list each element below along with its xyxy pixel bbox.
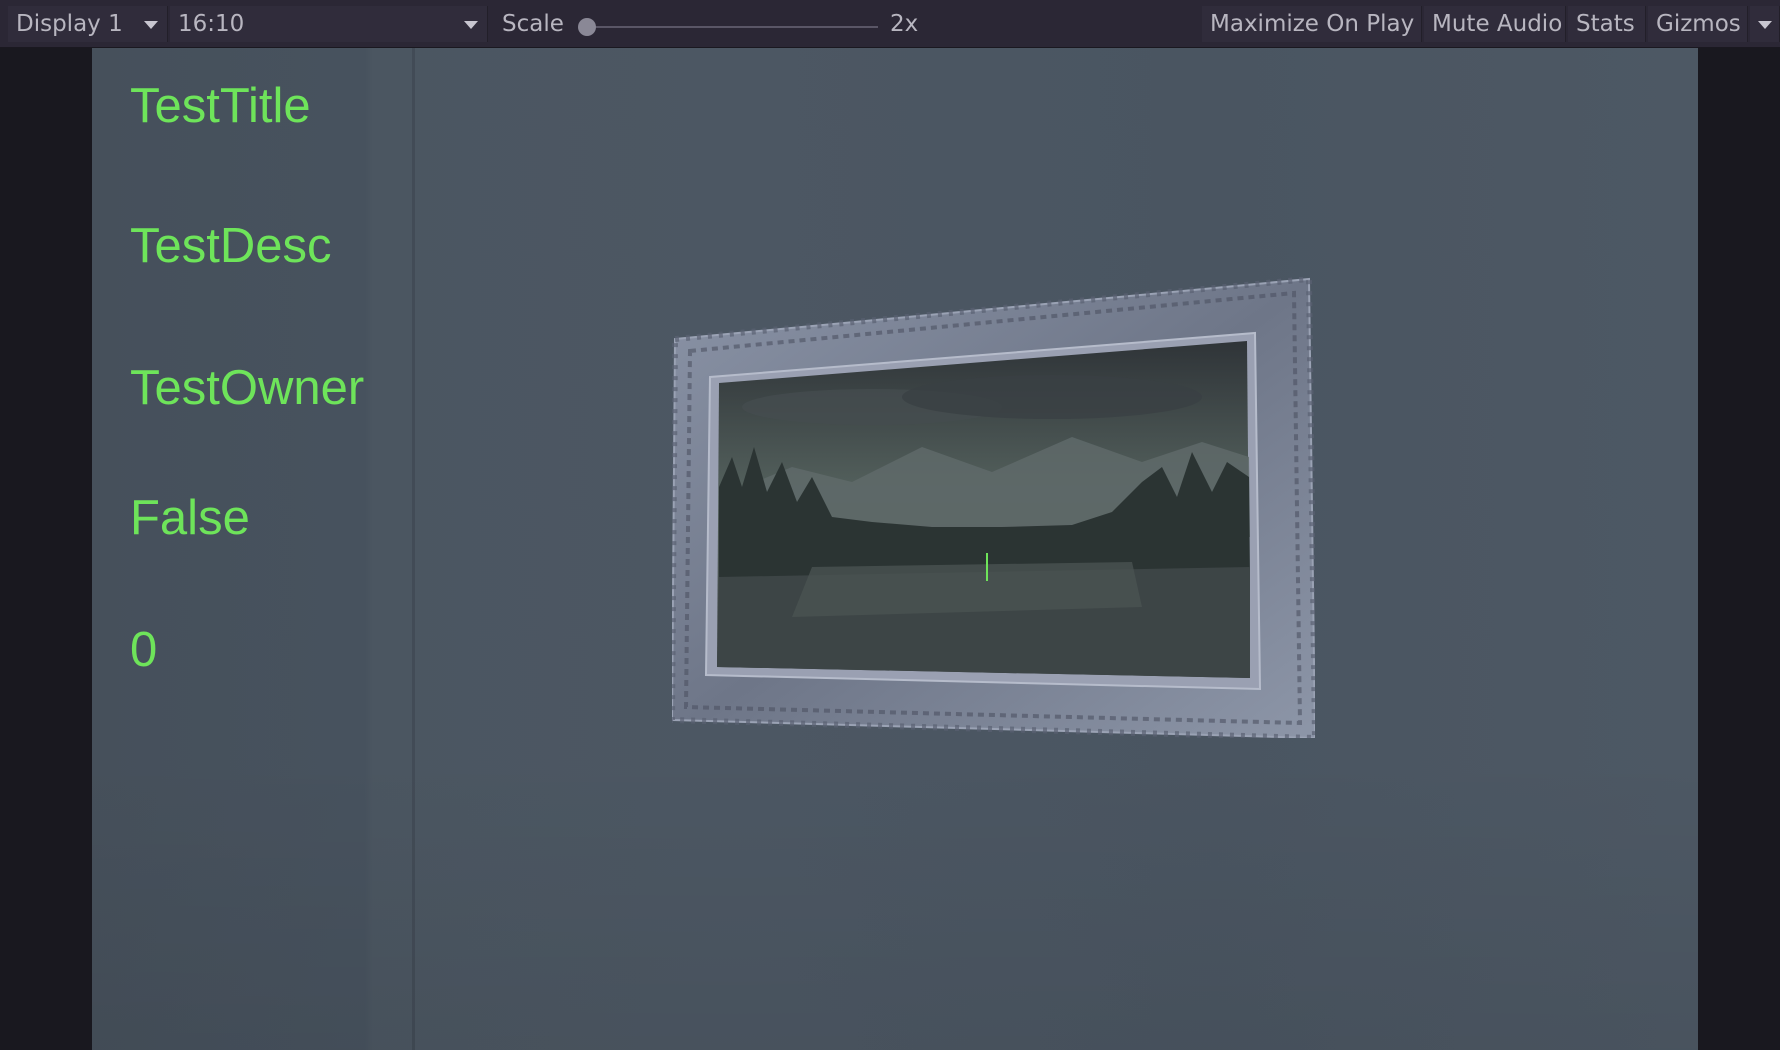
scale-label: Scale [502, 11, 564, 37]
aspect-label: 16:10 [178, 11, 245, 37]
game-view-toolbar: Display 1 16:10 Scale 2x Maximize On Pla… [0, 0, 1780, 48]
display-label: Display 1 [16, 11, 123, 37]
display-dropdown[interactable]: Display 1 [8, 6, 168, 42]
mute-audio-toggle[interactable]: Mute Audio [1424, 6, 1566, 42]
gizmos-label: Gizmos [1656, 11, 1741, 37]
stats-toggle[interactable]: Stats [1568, 6, 1646, 42]
chevron-down-icon [464, 21, 478, 29]
maximize-on-play-toggle[interactable]: Maximize On Play [1202, 6, 1422, 42]
aspect-dropdown[interactable]: 16:10 [170, 6, 488, 42]
chevron-down-icon [1758, 21, 1772, 29]
game-viewport[interactable]: TestTitle TestDesc TestOwner False 0 [92, 48, 1698, 1050]
gizmos-dropdown[interactable] [1750, 6, 1780, 42]
framed-painting[interactable] [672, 277, 1315, 738]
description-label: TestDesc [130, 219, 332, 273]
boolean-label: False [130, 491, 250, 545]
owner-label: TestOwner [130, 361, 365, 415]
chevron-down-icon [144, 21, 158, 29]
scale-value: 2x [890, 11, 919, 37]
scale-slider-track[interactable] [585, 26, 878, 28]
scale-slider-handle[interactable] [578, 18, 596, 36]
floor-shade [92, 748, 1698, 1050]
title-label: TestTitle [130, 79, 311, 133]
count-label: 0 [130, 623, 158, 677]
maximize-on-play-label: Maximize On Play [1210, 11, 1415, 37]
gizmos-toggle[interactable]: Gizmos [1648, 6, 1748, 42]
mute-audio-label: Mute Audio [1432, 11, 1563, 37]
stats-label: Stats [1576, 11, 1635, 37]
